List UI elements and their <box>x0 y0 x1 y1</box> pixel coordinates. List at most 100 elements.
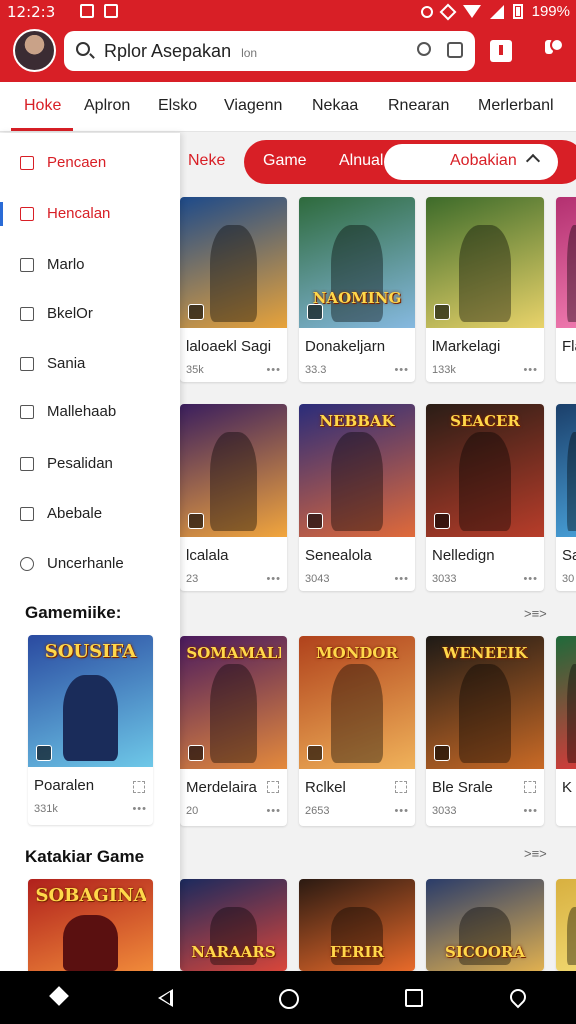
sidebar-item[interactable]: BkelOr <box>0 294 180 334</box>
game-banner: SOBAGINA <box>35 885 146 906</box>
character-figure <box>567 225 576 322</box>
back-icon[interactable] <box>158 989 173 1007</box>
bag-icon[interactable] <box>447 42 463 58</box>
game-card[interactable]: SICOORA <box>426 879 544 971</box>
game-card[interactable]: Sa 30 <box>556 404 576 591</box>
square-outline-icon <box>20 507 34 521</box>
game-card[interactable]: NEBBAK Senealola 3043 ••• <box>299 404 415 591</box>
chevron-up-icon[interactable] <box>525 153 541 169</box>
search-text: Rplor Asepakan <box>104 41 232 61</box>
character-figure <box>459 664 511 763</box>
sidebar-item[interactable]: Sania <box>0 344 180 384</box>
game-card[interactable]: MONDOR Rclkel 2653 ••• <box>299 636 415 826</box>
more-options-icon[interactable]: ••• <box>266 805 281 817</box>
filter-link[interactable]: Neke <box>188 152 225 170</box>
game-thumbnail <box>180 404 287 537</box>
character-figure <box>567 432 576 531</box>
game-card[interactable]: lcalala 23 ••• <box>180 404 287 591</box>
more-options-icon[interactable]: ••• <box>394 805 409 817</box>
tab-home[interactable]: Hoke <box>24 97 61 115</box>
search-bar[interactable]: Rplor Asepakan lon <box>64 31 475 71</box>
game-card[interactable] <box>556 879 576 971</box>
game-card[interactable]: SOUSIFA Poaralen 331k ••• <box>28 635 153 825</box>
recent-apps-icon[interactable] <box>405 989 423 1007</box>
game-title: Merdelaira <box>186 779 257 796</box>
game-card[interactable]: K <box>556 636 576 826</box>
favorite-icon[interactable] <box>524 781 536 793</box>
assistant-icon[interactable] <box>49 986 69 1006</box>
game-card[interactable]: Fla <box>556 197 576 382</box>
more-options-icon[interactable]: ••• <box>523 573 538 585</box>
filter-pill-game[interactable]: Game <box>263 152 307 170</box>
game-card[interactable]: WENEEIK Ble Srale 3033 ••• <box>426 636 544 826</box>
game-thumbnail: SOBAGINA <box>28 879 153 971</box>
more-options-icon[interactable]: ••• <box>266 573 281 585</box>
note-icon <box>20 457 34 471</box>
game-banner: SOMAMALE <box>186 644 281 662</box>
sidebar-item[interactable]: Pesalidan <box>0 444 180 484</box>
game-title: Ble Srale <box>432 779 493 796</box>
battery-icon <box>512 4 523 19</box>
search-icon[interactable] <box>417 42 431 56</box>
notification-button[interactable] <box>540 38 564 62</box>
square-dot-icon <box>20 357 34 371</box>
game-card[interactable]: NARAARS <box>180 879 287 971</box>
game-title: Sa <box>562 547 576 564</box>
game-card[interactable]: SEACER Nelledign 3033 ••• <box>426 404 544 591</box>
sidebar: Pencaen Hencalan Marlo BkelOr Sania Mallehaab… <box>0 133 180 971</box>
favorite-icon[interactable] <box>267 781 279 793</box>
game-thumbnail: WENEEIK <box>426 636 544 769</box>
game-card[interactable]: laloaekl Sagi 35k ••• <box>180 197 287 382</box>
tab-bar: Hoke Aplron Elsko Viagenn Nekaa Rnearan … <box>0 82 576 132</box>
game-card[interactable]: FERIR <box>299 879 415 971</box>
avatar[interactable] <box>13 29 56 72</box>
more-options-icon[interactable]: ••• <box>523 364 538 376</box>
game-thumbnail <box>556 197 576 328</box>
tab-viagenn[interactable]: Viagenn <box>224 97 282 115</box>
game-card[interactable]: SOBAGINA <box>28 879 153 971</box>
game-card[interactable]: NAOMING Donakeljarn 33.3 ••• <box>299 197 415 382</box>
rating-badge-icon <box>188 513 204 529</box>
tab-nekaa[interactable]: Nekaa <box>312 97 358 115</box>
location-icon[interactable] <box>506 985 530 1009</box>
rating-badge-icon <box>307 304 323 320</box>
favorite-icon[interactable] <box>133 781 145 793</box>
game-thumbnail <box>556 404 576 537</box>
character-figure <box>331 664 383 763</box>
character-figure <box>567 907 576 965</box>
tab-elsko[interactable]: Elsko <box>158 97 197 115</box>
square-slash-icon <box>20 405 34 419</box>
more-options-icon[interactable]: ••• <box>394 364 409 376</box>
tab-merlerbanl[interactable]: Merlerbanl <box>478 97 554 115</box>
character-figure <box>209 225 258 322</box>
search-input[interactable]: Rplor Asepakan lon <box>104 41 257 62</box>
more-options-icon[interactable]: ••• <box>523 805 538 817</box>
sidebar-item[interactable]: Mallehaab <box>0 392 180 432</box>
more-options-icon[interactable]: ••• <box>394 573 409 585</box>
game-card[interactable]: SOMAMALE Merdelaira 20 ••• <box>180 636 287 826</box>
sidebar-item-label: BkelOr <box>47 305 93 322</box>
home-icon[interactable] <box>279 989 299 1009</box>
game-card[interactable]: lMarkelagi 133k ••• <box>426 197 544 382</box>
more-options-icon[interactable]: ••• <box>266 364 281 376</box>
search-icon <box>76 42 90 56</box>
filter-pill-selected[interactable]: Aobakian <box>384 144 558 180</box>
alert-button[interactable] <box>490 40 512 62</box>
sidebar-item[interactable]: Hencalan <box>0 194 180 234</box>
sidebar-item[interactable]: Uncerhanle <box>0 544 180 584</box>
more-link[interactable]: >≡> <box>524 606 547 621</box>
sidebar-item-label: Abebale <box>47 505 103 522</box>
favorite-icon[interactable] <box>395 781 407 793</box>
sidebar-item[interactable]: Marlo <box>0 245 180 285</box>
tab-rnearan[interactable]: Rnearan <box>388 97 449 115</box>
game-banner: SICOORA <box>444 943 526 961</box>
tab-apps[interactable]: Aplron <box>84 97 130 115</box>
game-title: Nelledign <box>432 547 495 564</box>
sidebar-item[interactable]: Pencaen <box>0 143 180 183</box>
game-banner: MONDOR <box>316 644 398 662</box>
sidebar-item[interactable]: Abebale <box>0 494 180 534</box>
gear-icon <box>20 557 34 571</box>
more-options-icon[interactable]: ••• <box>132 803 147 815</box>
more-link[interactable]: >≡> <box>524 846 547 861</box>
filter-pill-alnual[interactable]: Alnual <box>339 152 383 170</box>
